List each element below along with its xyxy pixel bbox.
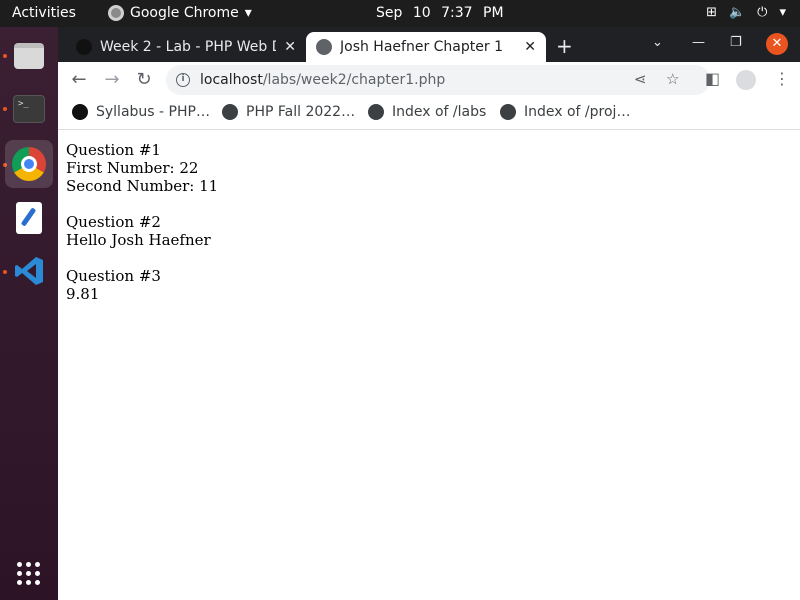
tab-strip: Week 2 - Lab - PHP Web De ✕ Josh Haefner… [58, 27, 800, 62]
minimize-icon[interactable]: — [692, 35, 705, 50]
clock-date: Sep 10 [376, 5, 431, 21]
dock: >_ [0, 27, 58, 600]
bookmarks-bar: Syllabus - PHP… PHP Fall 2022… Index of … [58, 98, 800, 130]
question-3-heading: Question #3 [66, 267, 161, 285]
app-menu-label: Google Chrome [130, 5, 239, 21]
more-menu-icon[interactable]: ⋮ [774, 69, 790, 88]
show-applications-icon[interactable] [17, 562, 41, 586]
activities-button[interactable]: Activities [12, 5, 76, 21]
files-icon [14, 43, 44, 69]
reload-icon[interactable]: ↻ [133, 69, 155, 91]
app-menu[interactable]: Google Chrome ▾ [108, 5, 252, 21]
url-path: /labs/week2/chapter1.php [262, 72, 446, 88]
info-icon[interactable]: i [176, 73, 190, 87]
gravity-value: 9.81 [66, 285, 100, 303]
tab-title: Week 2 - Lab - PHP Web De [100, 39, 277, 55]
volume-icon: 🔈 [728, 5, 746, 20]
bookmark-label: PHP Fall 2022… [246, 104, 356, 120]
bookmark-star-icon[interactable]: ☆ [666, 70, 679, 88]
question-1-heading: Question #1 [66, 141, 161, 159]
second-number-line: Second Number: 11 [66, 177, 219, 195]
restore-icon[interactable]: ❐ [730, 35, 742, 50]
profile-avatar-icon[interactable] [736, 70, 756, 90]
close-icon[interactable]: ✕ [524, 39, 536, 55]
tab-search-icon[interactable]: ⌄ [652, 35, 663, 50]
bookmark-label: Syllabus - PHP… [96, 104, 210, 120]
url-host: localhost [200, 72, 263, 88]
forward-arrow-icon[interactable]: → [101, 69, 123, 91]
vscode-icon [13, 255, 45, 287]
bookmark-item[interactable]: Index of /labs [368, 104, 486, 120]
greeting-line: Hello Josh Haefner [66, 231, 211, 249]
files-app[interactable] [5, 32, 53, 80]
text-editor-icon [16, 202, 42, 234]
chevron-down-icon: ▾ [779, 5, 786, 20]
chrome-app[interactable] [5, 140, 53, 188]
site-favicon-icon [76, 39, 92, 55]
chrome-icon [12, 147, 46, 181]
window-close-button[interactable]: ✕ [766, 33, 788, 55]
question-2-heading: Question #2 [66, 213, 161, 231]
browser-toolbar: ← → ↻ i localhost/labs/week2/chapter1.ph… [58, 62, 800, 98]
power-icon: ⏻ [757, 5, 768, 20]
text-editor-app[interactable] [5, 194, 53, 242]
tab-josh-haefner-chapter1[interactable]: Josh Haefner Chapter 1 ✕ [306, 32, 546, 62]
bookmark-item[interactable]: PHP Fall 2022… [222, 104, 355, 120]
bookmark-item[interactable]: Syllabus - PHP… [72, 104, 210, 120]
side-panel-icon[interactable]: ◧ [705, 69, 720, 88]
system-top-bar: Activities Google Chrome ▾ Sep 10 7:37 P… [0, 0, 800, 27]
new-tab-button[interactable]: + [556, 34, 573, 58]
globe-icon [368, 104, 384, 120]
chrome-window: Week 2 - Lab - PHP Web De ✕ Josh Haefner… [58, 27, 800, 600]
clock-time: 7:37 PM [441, 5, 504, 21]
share-icon[interactable]: ⋖ [634, 70, 647, 88]
back-arrow-icon[interactable]: ← [68, 69, 90, 91]
globe-icon [316, 39, 332, 55]
close-icon[interactable]: ✕ [284, 39, 296, 55]
system-tray[interactable]: ⊞ 🔈 ⏻ ▾ [706, 5, 786, 20]
terminal-icon: >_ [13, 95, 45, 123]
address-bar[interactable]: i localhost/labs/week2/chapter1.php [166, 65, 710, 95]
tab-title: Josh Haefner Chapter 1 [340, 39, 503, 55]
first-number-line: First Number: 22 [66, 159, 199, 177]
chrome-icon [108, 5, 124, 21]
globe-icon [500, 104, 516, 120]
bookmark-item[interactable]: Index of /proj… [500, 104, 630, 120]
site-favicon-icon [72, 104, 88, 120]
globe-icon [222, 104, 238, 120]
tab-week2-lab[interactable]: Week 2 - Lab - PHP Web De ✕ [66, 32, 306, 62]
chevron-down-icon: ▾ [244, 5, 252, 21]
terminal-app[interactable]: >_ [5, 85, 53, 133]
bookmark-label: Index of /proj… [524, 104, 631, 120]
clock[interactable]: Sep 10 7:37 PM [376, 5, 504, 21]
network-icon: ⊞ [706, 5, 717, 20]
vscode-app[interactable] [5, 247, 53, 295]
bookmark-label: Index of /labs [392, 104, 487, 120]
page-content: Question #1 First Number: 22 Second Numb… [58, 131, 800, 600]
